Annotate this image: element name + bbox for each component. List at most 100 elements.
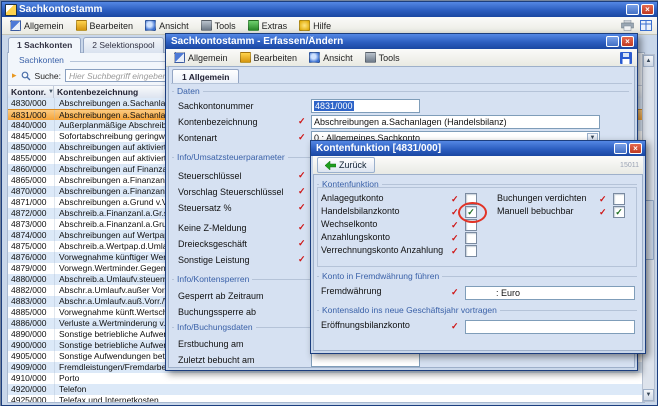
kontenbezeichnung-field[interactable]: Abschreibungen a.Sachanlagen (Handelsbil…	[311, 115, 600, 129]
main-titlebar[interactable]: Sachkontostamm ×	[2, 2, 657, 17]
modified-check-icon: ✓	[298, 170, 306, 180]
account-number: 4925/000	[8, 395, 55, 402]
function-label: Anzahlungskonto	[321, 232, 390, 242]
field-label: Gesperrt ab Zeitraum	[178, 291, 264, 301]
allgemein-icon	[10, 20, 21, 31]
text-field[interactable]	[311, 353, 420, 367]
window-aux-button[interactable]	[606, 36, 619, 47]
printer-icon[interactable]	[621, 20, 634, 31]
checkbox[interactable]	[465, 219, 477, 231]
checkbox[interactable]	[465, 232, 477, 244]
menu-tools[interactable]: Tools	[195, 17, 242, 34]
pencil-icon	[240, 52, 251, 63]
menu-allgemein[interactable]: Allgemein	[168, 49, 234, 66]
menu-ansicht[interactable]: Ansicht	[139, 17, 195, 34]
field-label: Sonstige Leistung	[178, 255, 250, 265]
close-icon[interactable]: ×	[641, 4, 654, 15]
back-button[interactable]: Zurück	[317, 157, 375, 173]
tab-selektionspool[interactable]: 2 Selektionspool	[83, 37, 163, 53]
menu-hilfe[interactable]: Hilfe	[293, 17, 337, 34]
modified-check-icon: ✓	[599, 194, 607, 204]
menu-label: Bearbeiten	[254, 53, 298, 63]
field-label: Vorschlag Steuerschlüssel	[178, 187, 284, 197]
daten-rows: Sachkontonummer 4831/000 Kontenbezeichnu…	[166, 98, 631, 146]
checkbox[interactable]: ✓	[465, 206, 477, 218]
menu-ansicht[interactable]: Ansicht	[303, 49, 359, 66]
form-row: Kontenbezeichnung ✓ Abschreibungen a.Sac…	[166, 114, 631, 130]
modified-check-icon: ✓	[599, 207, 607, 217]
eroeffnungsbilanzkonto-field[interactable]	[465, 320, 635, 334]
field-label: Dreiecksgeschäft	[178, 239, 247, 249]
group-label-fremdwaehrung: Konto in Fremdwährung führen	[319, 271, 442, 281]
table-row[interactable]: 4910/000Porto	[8, 373, 644, 384]
function-row: Anzahlungskonto✓	[317, 231, 495, 244]
layout-grid-icon[interactable]	[640, 20, 652, 31]
modified-check-icon: ✓	[451, 287, 459, 297]
account-number: 4830/000	[8, 98, 55, 109]
table-row[interactable]: 4925/000Telefax und Internetkosten	[8, 395, 644, 402]
close-icon[interactable]: ×	[621, 36, 634, 47]
menu-label: Tools	[215, 21, 236, 31]
account-name: Telefon	[55, 384, 644, 395]
modified-check-icon: ✓	[298, 222, 306, 232]
back-arrow-icon	[325, 161, 336, 170]
field-label: Erstbuchung am	[178, 339, 244, 349]
menu-extras[interactable]: Extras	[242, 17, 294, 34]
function-row: Wechselkonto✓	[317, 218, 495, 231]
modified-check-icon: ✓	[298, 254, 306, 264]
field-label: Buchungssperre ab	[178, 307, 256, 317]
menu-bearbeiten[interactable]: Bearbeiten	[70, 17, 140, 34]
sort-desc-icon: ▼	[48, 86, 54, 98]
tools-icon	[365, 52, 376, 63]
checkbox[interactable]	[465, 245, 477, 257]
table-row[interactable]: 4920/000Telefon	[8, 384, 644, 395]
close-icon[interactable]: ×	[629, 143, 642, 154]
tools-icon	[201, 20, 212, 31]
expand-arrow-icon[interactable]: ▸	[12, 71, 17, 80]
account-number: 4876/000	[8, 252, 55, 263]
group-label-daten: Daten	[174, 86, 203, 96]
edit-titlebar[interactable]: Sachkontostamm - Erfassen/Ändern ×	[166, 34, 637, 49]
checkbox[interactable]	[465, 193, 477, 205]
kontenfunktion-window: Kontenfunktion [4831/000] × Zurück 15011…	[310, 140, 646, 354]
fremdwaehrung-field[interactable]: : Euro	[465, 286, 635, 300]
modified-check-icon: ✓	[451, 207, 459, 217]
menu-label: Ansicht	[323, 53, 353, 63]
function-label: Handelsbilanzkonto	[321, 206, 400, 216]
edit-menubar: Allgemein Bearbeiten Ansicht Tools	[166, 49, 637, 67]
extras-icon	[248, 20, 259, 31]
column-header-kontenbezeichnung[interactable]: Kontenbezeichnung	[54, 86, 141, 98]
scroll-down-icon[interactable]: ▼	[643, 389, 654, 401]
menu-allgemein[interactable]: Allgemein	[4, 17, 70, 34]
menu-tools[interactable]: Tools	[359, 49, 406, 66]
window-aux-button[interactable]	[626, 4, 639, 15]
window-aux-button[interactable]	[614, 143, 627, 154]
checkbox[interactable]: ✓	[613, 206, 625, 218]
modified-check-icon: ✓	[298, 238, 306, 248]
account-number: 4860/000	[8, 164, 55, 175]
sachkontonummer-field[interactable]: 4831/000	[311, 99, 420, 113]
function-row: Handelsbilanzkonto ✓ ✓	[317, 205, 495, 218]
funktion-titlebar[interactable]: Kontenfunktion [4831/000] ×	[311, 141, 645, 156]
function-label: Verrechnungskonto Anzahlung	[321, 245, 443, 255]
back-label: Zurück	[339, 160, 367, 170]
column-label: Kontonr.	[11, 86, 46, 98]
account-number: 4890/000	[8, 329, 55, 340]
menu-bearbeiten[interactable]: Bearbeiten	[234, 49, 304, 66]
account-number: 4885/000	[8, 307, 55, 318]
tab-divider	[171, 83, 632, 84]
function-label: Anlagegutkonto	[321, 193, 384, 203]
checkbox[interactable]	[613, 193, 625, 205]
menu-label: Tools	[379, 53, 400, 63]
form-row: Zuletzt bebucht am	[166, 352, 631, 368]
field-label: Sachkontonummer	[178, 101, 254, 111]
save-icon[interactable]	[620, 52, 632, 64]
scroll-up-icon[interactable]: ▲	[643, 55, 654, 67]
account-number: 4920/000	[8, 384, 55, 395]
column-header-kontonr[interactable]: Kontonr. ▼	[8, 86, 54, 98]
modified-check-icon: ✓	[298, 132, 306, 142]
group-label-kontensperren: Info/Kontensperren	[174, 274, 252, 284]
account-number: 4910/000	[8, 373, 55, 384]
tab-sachkonten[interactable]: 1 Sachkonten	[8, 37, 81, 53]
tab-allgemein[interactable]: 1 Allgemein	[172, 69, 239, 84]
